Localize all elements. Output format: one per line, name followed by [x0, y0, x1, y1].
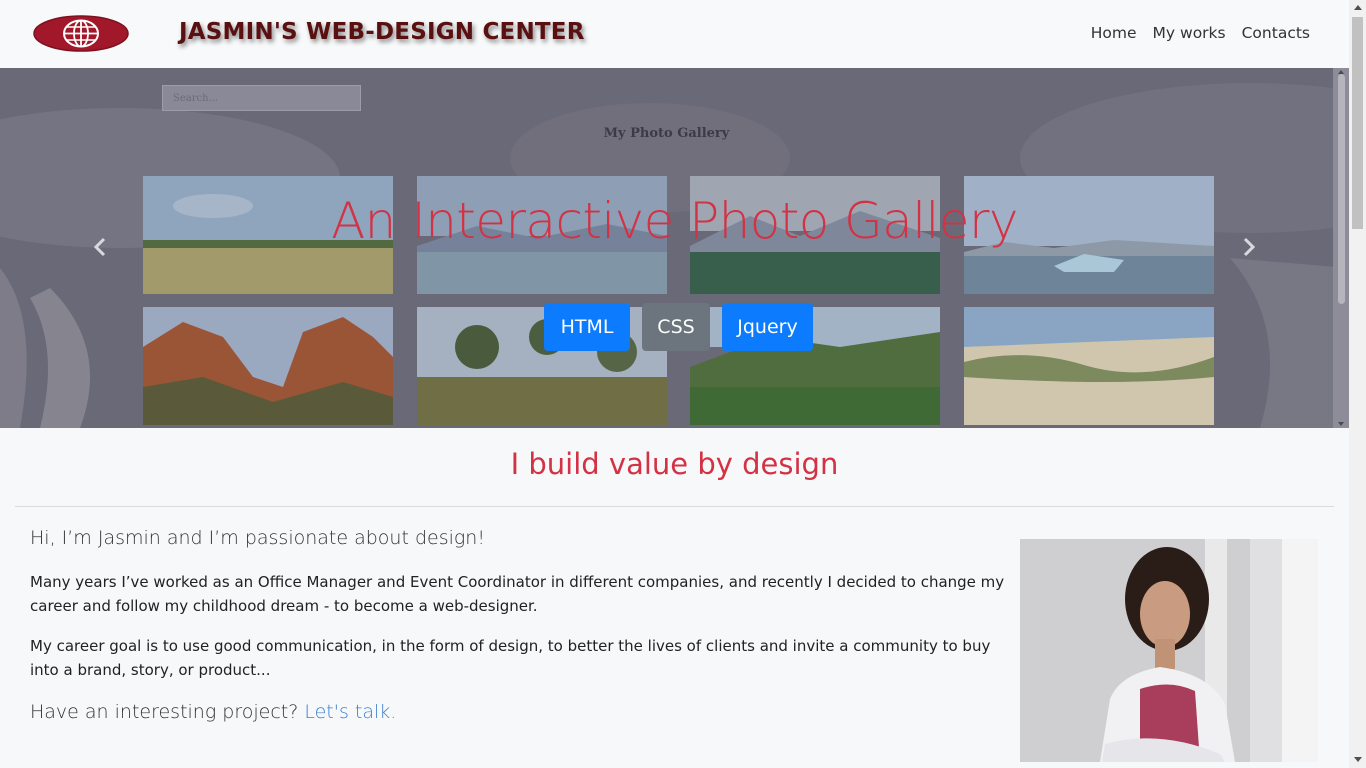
- gallery-title: My Photo Gallery: [603, 126, 730, 141]
- nav-home-link[interactable]: Home: [1091, 24, 1137, 42]
- profile-photo: [1020, 539, 1318, 762]
- scroll-up-icon[interactable]: [1354, 5, 1362, 10]
- jquery-button[interactable]: Jquery: [722, 303, 813, 351]
- chevron-left-icon[interactable]: [91, 237, 111, 257]
- lets-talk-link[interactable]: Let's talk.: [304, 701, 396, 723]
- globe-logo-icon[interactable]: [33, 15, 129, 52]
- gallery-search-input[interactable]: Search...: [162, 85, 361, 111]
- gallery-scrollbar-thumb[interactable]: [1338, 74, 1345, 304]
- hero-carousel: Search... My Photo Gallery An Interactiv…: [0, 68, 1349, 428]
- main-nav: Home My works Contacts: [1091, 24, 1310, 42]
- hero-heading: An Interactive Photo Gallery: [331, 192, 1018, 250]
- about-paragraph-1: Many years I’ve worked as an Office Mana…: [30, 573, 1005, 615]
- thumbnail-red-rocks[interactable]: [143, 307, 393, 425]
- nav-contacts-link[interactable]: Contacts: [1242, 24, 1310, 42]
- cta-text: Have an interesting project?: [30, 701, 299, 723]
- html-button[interactable]: HTML: [544, 303, 630, 351]
- about-paragraph-2: My career goal is to use good communicat…: [30, 637, 991, 679]
- divider: [15, 506, 1334, 507]
- section-headline: I build value by design: [510, 447, 839, 481]
- chevron-right-icon[interactable]: [1238, 237, 1258, 257]
- thumbnail-beach[interactable]: [964, 307, 1214, 425]
- css-button[interactable]: CSS: [642, 303, 710, 351]
- nav-my-works-link[interactable]: My works: [1153, 24, 1226, 42]
- navbar: JASMIN'S WEB-DESIGN CENTER Home My works…: [0, 0, 1349, 68]
- scroll-down-icon[interactable]: [1354, 757, 1362, 762]
- page-scrollbar-thumb[interactable]: [1352, 17, 1363, 229]
- gallery-scroll-up-icon[interactable]: [1338, 70, 1344, 74]
- brand-title[interactable]: JASMIN'S WEB-DESIGN CENTER: [179, 19, 585, 45]
- cta-line: Have an interesting project? Let's talk.: [30, 701, 396, 723]
- intro-text: Hi, I’m Jasmin and I’m passionate about …: [30, 527, 485, 549]
- gallery-scrollbar[interactable]: [1333, 68, 1349, 428]
- gallery-scroll-down-icon[interactable]: [1338, 422, 1344, 426]
